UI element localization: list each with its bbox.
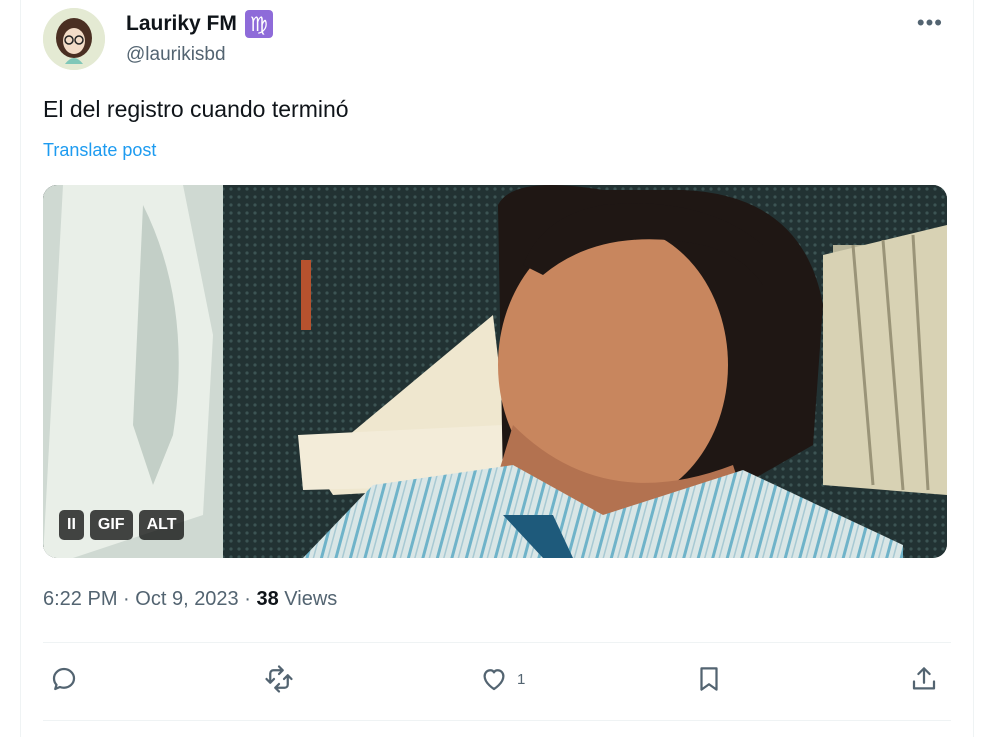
translate-post-link[interactable]: Translate post	[43, 140, 156, 161]
share-icon	[912, 667, 936, 690]
repost-icon	[265, 665, 293, 693]
reply-button[interactable]	[49, 664, 79, 694]
avatar[interactable]	[43, 8, 105, 70]
author-name-row: Lauriky FM ♍	[126, 10, 273, 38]
tweet-card: Lauriky FM ♍ @laurikisbd ••• El del regi…	[20, 0, 974, 737]
share-button[interactable]	[909, 664, 939, 694]
meta-separator: ·	[123, 588, 130, 610]
gif-frame	[43, 185, 947, 558]
author-handle[interactable]: @laurikisbd	[126, 44, 226, 66]
repost-button[interactable]	[264, 664, 294, 694]
bookmark-icon	[700, 667, 718, 691]
more-options-icon[interactable]: •••	[917, 10, 943, 36]
avatar-illustration	[43, 8, 105, 70]
views-count[interactable]: 38	[256, 588, 278, 610]
virgo-icon: ♍	[244, 10, 273, 38]
like-button[interactable]: 1	[479, 664, 525, 694]
post-text: El del registro cuando terminó	[43, 96, 349, 122]
like-count: 1	[517, 670, 526, 688]
meta-separator: ·	[244, 588, 251, 610]
alt-text-button[interactable]: ALT	[138, 510, 185, 540]
post-meta: 6:22 PM · Oct 9, 2023 · 38 Views	[43, 588, 337, 611]
divider	[43, 720, 951, 721]
gif-media[interactable]: II GIF ALT	[43, 185, 947, 558]
post-date[interactable]: Oct 9, 2023	[135, 588, 238, 610]
divider	[43, 642, 951, 643]
gif-badge: GIF	[89, 510, 133, 540]
media-controls: II GIF ALT	[59, 510, 185, 540]
views-label: Views	[284, 588, 338, 610]
author-display-name[interactable]: Lauriky FM	[126, 12, 237, 36]
reply-icon	[52, 667, 76, 691]
action-bar: 1	[21, 664, 975, 704]
bookmark-button[interactable]	[694, 664, 724, 694]
pause-button[interactable]: II	[59, 510, 84, 540]
heart-icon	[483, 669, 505, 691]
post-time[interactable]: 6:22 PM	[43, 588, 117, 610]
